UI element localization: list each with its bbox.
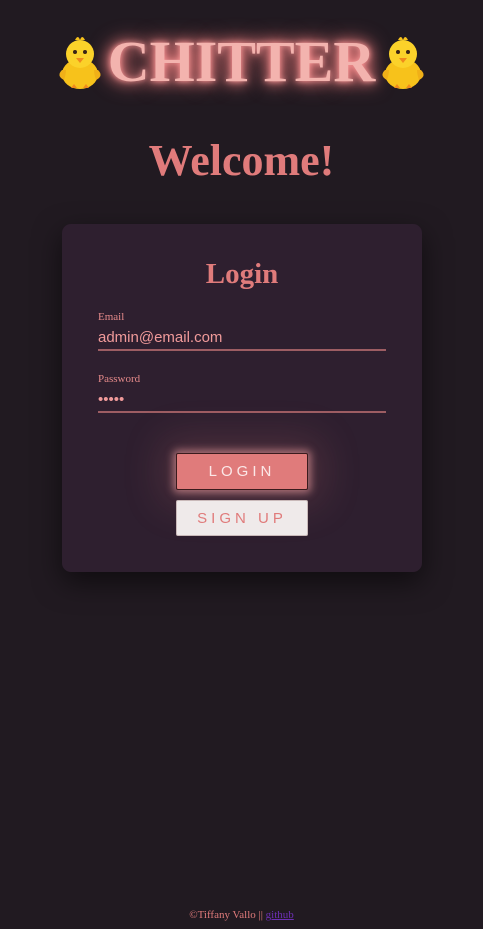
footer-copyright: ©Tiffany Vallo ||	[189, 909, 266, 921]
sign-up-button[interactable]: SIGN UP	[176, 500, 308, 536]
login-card: Login Email Password LOGIN SIGN UP	[62, 224, 422, 572]
email-label: Email	[98, 311, 125, 323]
email-field[interactable]	[98, 325, 386, 351]
login-button[interactable]: LOGIN	[176, 453, 308, 490]
footer: ©Tiffany Vallo || github	[0, 909, 483, 922]
github-link[interactable]: github	[266, 909, 294, 921]
chick-icon	[377, 32, 429, 92]
brand-title: CHITTER	[107, 29, 376, 94]
login-title: Login	[205, 258, 279, 290]
brand-header: CHITTER	[0, 26, 483, 98]
chick-icon	[54, 32, 106, 92]
password-label: Password	[98, 373, 141, 385]
welcome-heading: Welcome!	[148, 136, 335, 185]
password-field[interactable]	[98, 387, 386, 413]
